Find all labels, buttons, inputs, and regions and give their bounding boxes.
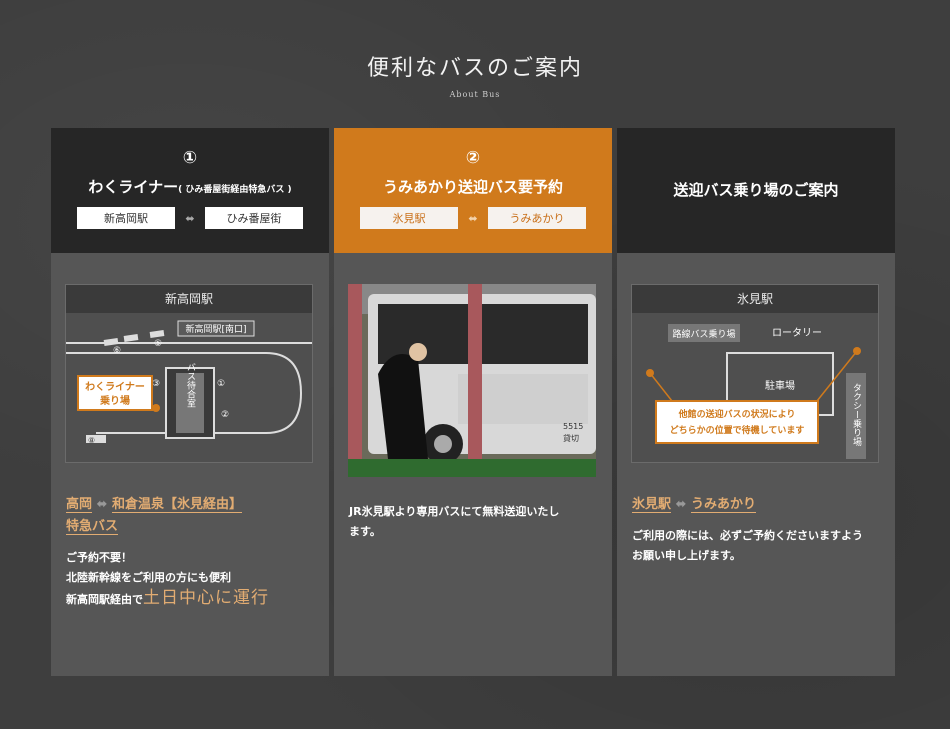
stop-6: ⑥ [113,346,121,356]
card-number: ① [182,148,198,168]
swap-arrow-icon: ⬌ [675,497,687,512]
stop-8: ⑧ [88,436,95,445]
swap-arrow-icon: ⬌ [468,211,478,225]
bus-charter: 貸切 [563,433,579,443]
map-diagram: 新高岡駅[南口] ⑥ ⑤ バス待合室 ③ ① ④ ② ⑧ わくライナー 乗り場 [66,320,312,445]
route-stations: 新高岡駅 ⬌ ひみ番屋街 [77,207,303,229]
parking-label: 駐車場 [765,379,795,392]
bus-card-pickup-guide: 送迎バス乗り場のご案内 氷見駅 路線バス乗り場 ロータリー 駐車場 タクシー乗り… [617,128,895,676]
desc-line: JR氷見駅より専用バスにて無料送迎いたし [349,505,560,518]
card-title-sub: ( ひみ番屋街経由特急バス ) [178,185,292,195]
station-to: ひみ番屋街 [205,207,303,229]
callout-line1: わくライナー [85,381,145,393]
stop-5: ⑤ [154,339,162,349]
waiting-room-label: バス待合室 [185,362,196,407]
map-title: 氷見駅 [632,285,878,313]
section-heading: 便利なバスのご案内 About Bus [0,50,950,99]
desc-line: ます。 [349,525,381,538]
map-title: 新高岡駅 [66,285,312,313]
card-header: ② うみあかり送迎バス要予約 氷見駅 ⬌ うみあかり [334,128,612,253]
rotary-label: ロータリー [772,327,822,339]
callout-line2: どちらかの位置で待機しています [670,424,805,436]
stop-3: ③ [152,379,160,389]
desc-prefix: 新高岡駅経由で [66,593,143,606]
card-number: ② [465,148,481,168]
station-from: 新高岡駅 [77,207,175,229]
desc-highlight: 土日中心に運行 [143,588,269,608]
station-from: 氷見駅 [360,207,458,229]
desc-line: 北陸新幹線をご利用の方にも便利 [66,571,231,584]
station-map: 氷見駅 路線バス乗り場 ロータリー 駐車場 タクシー乗り場 他館の送迎バスの状況… [631,284,879,463]
route-link[interactable]: 氷見駅 ⬌ うみあかり [632,494,756,516]
bus-card-waku-liner: ① わくライナー( ひみ番屋街経由特急バス ) 新高岡駅 ⬌ ひみ番屋街 新高岡… [51,128,329,676]
link-line2[interactable]: 特急バス [66,519,119,535]
link-to[interactable]: 和倉温泉【氷見経由】 [111,497,242,513]
page-subtitle: About Bus [449,90,501,99]
card-description: JR氷見駅より専用バスにて無料送迎いたし ます。 [349,502,599,542]
route-link[interactable]: 高岡 ⬌ 和倉温泉【氷見経由】 特急バス [66,494,242,538]
link-from[interactable]: 氷見駅 [632,497,672,513]
card-title: うみあかり送迎バス要予約 [382,178,563,196]
desc-line: 新高岡駅経由で土日中心に運行 [66,588,316,610]
stop-2: ② [221,410,229,420]
link-from[interactable]: 高岡 [66,497,93,513]
callout-line2: 乗り場 [99,394,130,407]
exit-label: 新高岡駅[南口] [185,323,246,335]
route-bus-label: 路線バス乗り場 [672,328,735,340]
stop-1: ① [217,379,225,389]
station-to: うみあかり [488,207,586,229]
card-title-main: わくライナー [88,178,179,196]
card-description: ご利用の際には、必ずご予約くださいますよう お願い申し上げます。 [632,526,882,566]
bus-card-umiakari: ② うみあかり送迎バス要予約 氷見駅 ⬌ うみあかり 5515 貸切 JR氷見駅… [334,128,612,676]
callout-line1: 他館の送迎バスの状況により [678,408,796,420]
map-diagram: 路線バス乗り場 ロータリー 駐車場 タクシー乗り場 他館の送迎バスの状況により … [646,324,866,459]
card-title: 送迎バス乗り場のご案内 [673,181,839,199]
card-title: わくライナー( ひみ番屋街経由特急バス ) [51,176,329,197]
taxi-label: タクシー乗り場 [851,383,862,447]
desc-line: お願い申し上げます。 [632,549,741,562]
swap-arrow-icon: ⬌ [96,497,108,512]
station-map: 新高岡駅 新高岡駅[南口] ⑥ ⑤ バス待合室 ③ ① ④ ② ⑧ わくライナー… [65,284,313,463]
card-header: 送迎バス乗り場のご案内 [617,128,895,253]
card-description: ご予約不要！ 北陸新幹線をご利用の方にも便利 新高岡駅経由で土日中心に運行 [66,548,316,610]
card-header: ① わくライナー( ひみ番屋街経由特急バス ) 新高岡駅 ⬌ ひみ番屋街 [51,128,329,253]
bus-photo: 5515 貸切 [348,284,596,477]
route-stations: 氷見駅 ⬌ うみあかり [360,207,586,229]
page-title: 便利なバスのご案内 [366,56,583,81]
link-to[interactable]: うみあかり [690,497,756,513]
swap-arrow-icon: ⬌ [185,211,195,225]
desc-line: ご予約不要！ [66,551,132,564]
desc-line: ご利用の際には、必ずご予約くださいますよう [632,529,863,542]
bus-number: 5515 [563,422,583,431]
